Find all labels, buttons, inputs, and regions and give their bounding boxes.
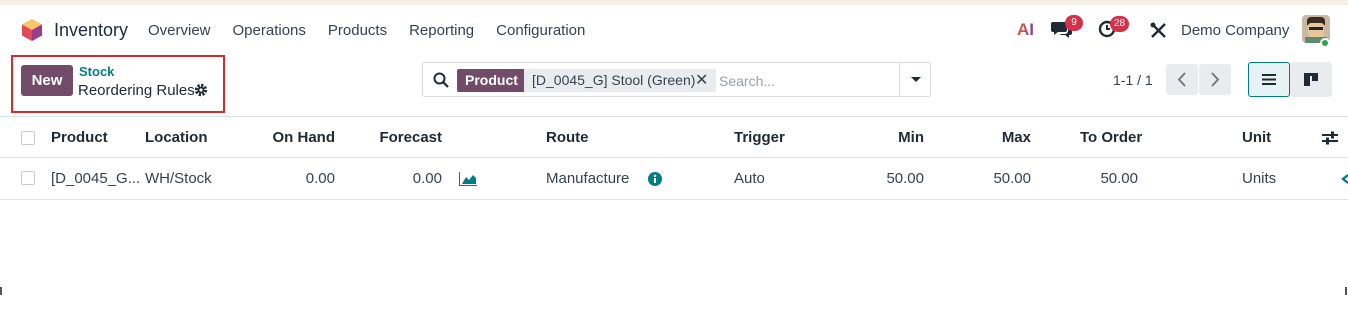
breadcrumb-stock[interactable]: Stock [79, 64, 114, 79]
cell-min[interactable]: 50.00 [844, 170, 924, 187]
chevron-right-icon [1211, 72, 1220, 87]
menu-reporting[interactable]: Reporting [409, 22, 474, 39]
facet-product-value: [D_0045_G] Stool (Green) [524, 69, 716, 92]
column-min[interactable]: Min [844, 129, 924, 146]
table-header: Product Location On Hand Forecast Route … [0, 116, 1348, 158]
facet-product-label: Product [457, 69, 526, 92]
tools-icon[interactable] [1150, 22, 1167, 39]
company-switcher[interactable]: Demo Company [1181, 22, 1289, 39]
menu-overview[interactable]: Overview [148, 22, 211, 39]
column-trigger[interactable]: Trigger [734, 129, 785, 146]
app-name[interactable]: Inventory [54, 20, 128, 41]
forecast-graph-icon[interactable] [459, 172, 477, 186]
select-all-checkbox[interactable] [21, 131, 35, 145]
column-product[interactable]: Product [51, 129, 108, 146]
gear-icon[interactable] [194, 83, 208, 97]
online-status-dot [1320, 38, 1330, 48]
kanban-icon [1304, 73, 1318, 86]
inventory-app-icon[interactable] [22, 19, 42, 41]
ai-icon: AI [1017, 20, 1034, 39]
list-icon [1262, 74, 1276, 85]
cell-unit: Units [1242, 170, 1277, 187]
pager-previous-button[interactable] [1166, 64, 1198, 95]
cell-to-order[interactable]: 50.00 [1058, 170, 1138, 187]
main-menu: Overview Operations Products Reporting C… [148, 22, 607, 39]
menu-operations[interactable]: Operations [233, 22, 306, 39]
messages-button[interactable]: 9 [1051, 15, 1083, 41]
ai-button[interactable]: AI [1017, 20, 1034, 40]
activities-count-badge: 28 [1110, 16, 1130, 32]
main-navbar: Inventory Overview Operations Products R… [0, 5, 1348, 55]
search-input[interactable] [719, 69, 899, 92]
breadcrumb-current: Reordering Rules [78, 82, 195, 99]
column-on-hand[interactable]: On Hand [255, 129, 336, 146]
table-row[interactable]: [D_0045_G... WH/Stock 0.00 0.00 Manufact… [0, 158, 1348, 200]
pager-next-button[interactable] [1199, 64, 1231, 95]
column-forecast[interactable]: Forecast [362, 129, 442, 146]
cell-product[interactable]: [D_0045_G... [51, 170, 140, 187]
messages-count-badge: 9 [1065, 15, 1083, 31]
cell-max[interactable]: 50.00 [951, 170, 1031, 187]
remove-facet-icon[interactable]: ✕ [695, 70, 708, 90]
chevron-left-icon [1177, 72, 1186, 87]
new-button[interactable]: New [21, 65, 73, 96]
search-icon[interactable] [433, 72, 449, 88]
cell-route[interactable]: Manufacture [546, 170, 629, 187]
column-route[interactable]: Route [546, 129, 589, 146]
reordering-rules-table: Product Location On Hand Forecast Route … [0, 116, 1348, 200]
cell-on-hand: 0.00 [305, 170, 335, 187]
caret-down-icon [911, 77, 921, 82]
search-options-toggle[interactable] [899, 63, 931, 96]
cell-trigger[interactable]: Auto [734, 170, 765, 187]
column-to-order[interactable]: To Order [1080, 129, 1142, 146]
window-edge-left [0, 287, 3, 295]
row-checkbox[interactable] [21, 171, 35, 185]
column-location[interactable]: Location [145, 129, 208, 146]
menu-products[interactable]: Products [328, 22, 387, 39]
column-unit[interactable]: Unit [1242, 129, 1271, 146]
menu-configuration[interactable]: Configuration [496, 22, 585, 39]
cell-location[interactable]: WH/Stock [145, 170, 212, 187]
list-view-button[interactable] [1248, 62, 1290, 97]
activities-button[interactable]: 28 [1098, 16, 1134, 42]
kanban-view-button[interactable] [1290, 62, 1332, 97]
search-bar: Product [D_0045_G] Stool (Green) ✕ [422, 62, 931, 97]
row-action-icon[interactable] [1340, 173, 1348, 187]
pager-value[interactable]: 1-1 / 1 [1113, 72, 1153, 88]
info-icon[interactable] [648, 172, 662, 186]
cell-forecast: 0.00 [412, 170, 442, 187]
optional-columns-icon[interactable] [1322, 131, 1338, 145]
column-max[interactable]: Max [951, 129, 1031, 146]
